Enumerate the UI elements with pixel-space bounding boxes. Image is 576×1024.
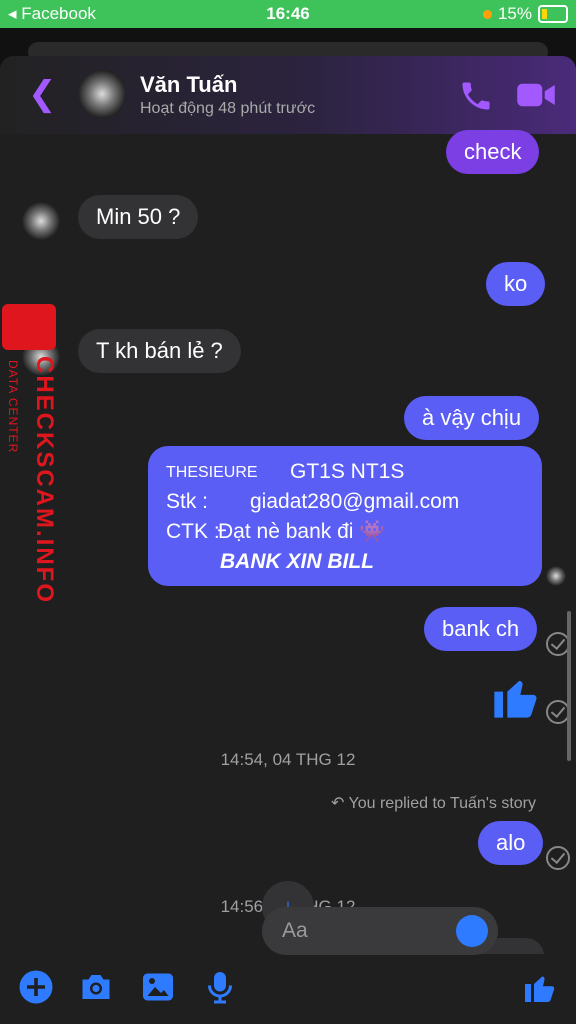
message-incoming[interactable]: Min 50 ?	[78, 195, 199, 239]
battery-icon	[538, 5, 568, 23]
sender-avatar[interactable]	[22, 202, 60, 240]
lock-logo-icon	[2, 304, 56, 350]
timestamp: 14:54, 04 THG 12	[220, 750, 356, 769]
reply-arrow-icon: ↶	[330, 795, 345, 812]
back-chevron-icon[interactable]: ❮	[28, 74, 57, 114]
card-note: BANK XIN BILL	[220, 550, 374, 573]
message-outgoing[interactable]: check	[446, 130, 540, 174]
active-status: Hoạt động 48 phút trước	[140, 100, 316, 117]
watermark-brand: CHECKSCAM.INFO	[31, 356, 58, 604]
watermark: CHECKSCAM.INFO DATA CENTER	[2, 304, 62, 604]
message-outgoing[interactable]: ko	[486, 262, 546, 306]
card-label: Stk :	[166, 490, 209, 513]
camera-icon[interactable]	[78, 969, 114, 1005]
watermark-sub: DATA CENTER	[6, 360, 20, 454]
video-call-icon[interactable]	[516, 80, 556, 110]
phone-icon[interactable]	[458, 78, 494, 114]
card-value: giadat280@gmail.com	[250, 490, 460, 513]
privacy-dot-icon	[482, 9, 492, 19]
message-placeholder: Aa	[282, 919, 308, 942]
message-outgoing[interactable]: alo	[478, 821, 544, 865]
chat-screen: ❮ Văn Tuấn Hoạt động 48 phút trước check…	[0, 56, 576, 1024]
chat-header: ❮ Văn Tuấn Hoạt động 48 phút trước	[0, 56, 576, 134]
card-label: CTK :	[166, 520, 220, 543]
message-outgoing[interactable]: à vậy chịu	[404, 396, 540, 440]
card-value: GT1S NT1S	[290, 460, 405, 483]
message-input[interactable]: Aa	[262, 907, 498, 955]
message-incoming[interactable]: T kh bán lẻ ?	[78, 329, 241, 373]
composer	[0, 954, 576, 1024]
replied-story-text: You replied to Tuấn's story	[348, 795, 536, 812]
thumbs-up-icon[interactable]	[490, 670, 542, 722]
status-bar: ◂ Facebook 16:46 15%	[0, 0, 576, 28]
plus-circle-icon[interactable]	[18, 969, 54, 1005]
battery-percent: 15%	[497, 4, 532, 23]
emoji-icon[interactable]	[456, 915, 488, 947]
message-outgoing[interactable]: bank ch	[424, 607, 538, 651]
payment-info-message[interactable]: THESIEURE GT1S NT1S Stk : giadat280@gmai…	[148, 446, 542, 586]
photo-gallery-icon[interactable]	[140, 969, 176, 1005]
like-button-icon[interactable]	[522, 969, 558, 1005]
seen-avatar	[546, 566, 566, 586]
microphone-icon[interactable]	[202, 969, 238, 1005]
card-label: THESIEURE	[166, 464, 258, 481]
scrollbar[interactable]	[567, 611, 571, 761]
replied-story-note: ↶ You replied to Tuấn's story	[331, 793, 536, 813]
contact-name[interactable]: Văn Tuấn	[140, 72, 237, 98]
delivered-check-icon	[546, 846, 570, 870]
card-value: Đạt nè bank đi 👾	[218, 520, 386, 543]
avatar[interactable]	[78, 70, 126, 118]
status-right: 15%	[482, 4, 568, 24]
